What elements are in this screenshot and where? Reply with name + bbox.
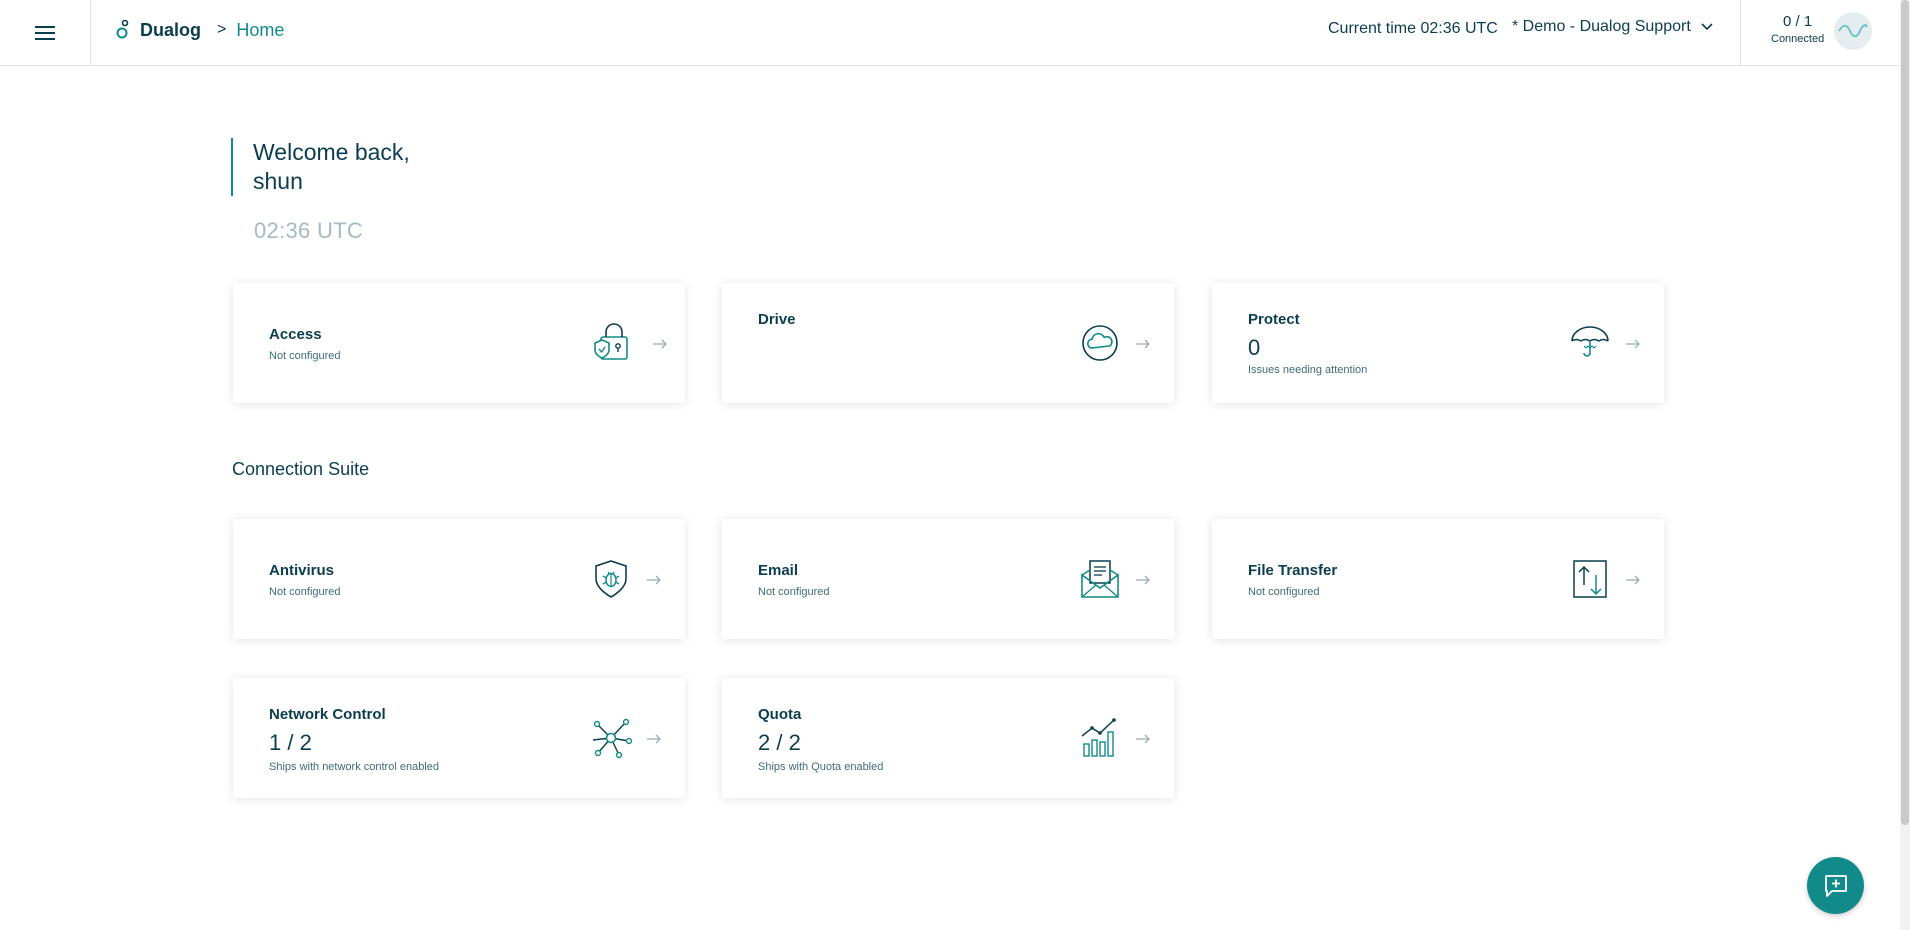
card-antivirus-title: Antivirus (269, 562, 335, 579)
arrow-right-icon (647, 734, 661, 744)
card-network-control-value: 1 / 2 (269, 730, 312, 755)
card-antivirus-status: Not configured (269, 586, 341, 598)
breadcrumb: Dualog > Home (116, 0, 284, 60)
brand-link[interactable]: Dualog (140, 20, 201, 41)
card-file-transfer-title: File Transfer (1248, 562, 1338, 579)
breadcrumb-home[interactable]: Home (236, 20, 284, 41)
card-network-control[interactable]: Network Control 1 / 2 Ships with network… (233, 678, 685, 798)
bug-shield-icon (595, 560, 627, 598)
connection-count: 0 / 1 (1783, 13, 1813, 30)
card-network-control-title: Network Control (269, 706, 386, 723)
card-email-status: Not configured (758, 586, 830, 598)
lock-shield-icon (594, 323, 628, 360)
arrow-right-icon (1136, 339, 1150, 349)
current-time: Current time 02:36 UTC (1328, 20, 1498, 37)
network-nodes-icon (592, 718, 633, 759)
envelope-icon (1081, 560, 1119, 598)
connection-status[interactable]: 0 / 1 Connected (1740, 0, 1900, 66)
card-email-title: Email (758, 562, 799, 579)
arrow-right-icon (647, 575, 661, 585)
card-quota-status: Ships with Quota enabled (758, 761, 884, 773)
section-title-connection-suite: Connection Suite (232, 459, 370, 479)
dualog-logo-icon (116, 19, 129, 39)
card-file-transfer-status: Not configured (1248, 586, 1320, 598)
connection-wave-icon (1834, 12, 1872, 50)
card-protect-title: Protect (1248, 311, 1300, 328)
welcome-line-1: Welcome back, (253, 139, 410, 165)
card-quota[interactable]: Quota 2 / 2 Ships with Quota enabled (722, 678, 1174, 798)
card-quota-title: Quota (758, 706, 802, 723)
arrow-right-icon (1136, 734, 1150, 744)
top-bar: Dualog > Home Current time 02:36 UTC * D… (0, 0, 1900, 66)
card-access-status: Not configured (269, 350, 341, 362)
card-protect-value: 0 (1248, 335, 1261, 360)
connection-label: Connected (1771, 33, 1825, 45)
bar-chart-icon (1081, 718, 1116, 757)
chevron-down-icon (1701, 23, 1713, 31)
chat-add-icon (1824, 874, 1847, 897)
cloud-icon (1082, 325, 1118, 361)
scrollbar-thumb[interactable] (1901, 0, 1909, 825)
card-drive-title: Drive (758, 311, 796, 328)
organization-select-value: * Demo - Dualog Support (1512, 18, 1691, 35)
organization-select[interactable]: * Demo - Dualog Support (1512, 18, 1713, 36)
card-file-transfer[interactable]: File Transfer Not configured (1212, 519, 1664, 639)
transfer-icon (1573, 560, 1607, 598)
breadcrumb-separator: > (217, 21, 227, 38)
arrow-right-icon (653, 339, 667, 349)
chat-support-button[interactable] (1807, 857, 1864, 914)
card-email[interactable]: Email Not configured (722, 519, 1174, 639)
card-quota-value: 2 / 2 (758, 730, 801, 755)
card-access-title: Access (269, 326, 322, 343)
card-protect-status: Issues needing attention (1248, 364, 1368, 376)
card-network-control-status: Ships with network control enabled (269, 761, 439, 773)
welcome-heading: Welcome back, shun (231, 138, 410, 196)
welcome-user: shun (253, 168, 303, 194)
umbrella-icon (1571, 326, 1609, 357)
card-drive[interactable]: Drive (722, 283, 1174, 403)
arrow-right-icon (1626, 575, 1640, 585)
welcome-time: 02:36 UTC (254, 218, 364, 243)
card-protect[interactable]: Protect 0 Issues needing attention (1212, 283, 1664, 403)
arrow-right-icon (1136, 575, 1150, 585)
hamburger-icon (35, 26, 55, 40)
arrow-right-icon (1626, 339, 1640, 349)
hamburger-menu-button[interactable] (0, 0, 91, 66)
card-access[interactable]: Access Not configured (233, 283, 685, 403)
card-antivirus[interactable]: Antivirus Not configured (233, 519, 685, 639)
